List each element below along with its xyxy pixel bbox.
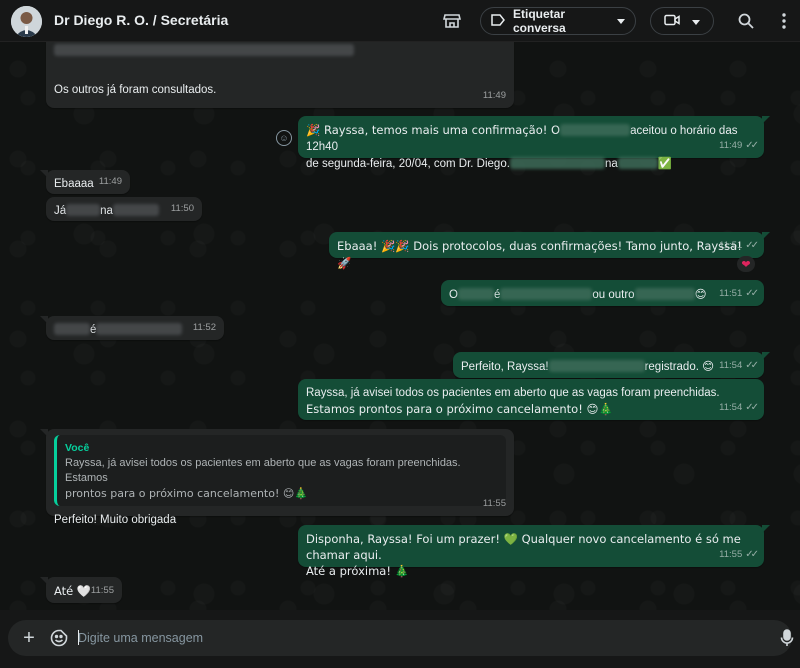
quoted-text: Rayssa, já avisei todos os pacientes em … [65,457,461,484]
message-text: Ebaaaa [54,178,94,190]
double-check-icon: ✓✓ [745,402,759,413]
chat-title[interactable]: Dr Diego R. O. / Secretária [54,12,228,28]
message-list[interactable]: Os outros já foram consultados. 11:49 ☺ … [0,32,800,610]
label-chat-button[interactable]: Etiquetar conversa [480,7,636,35]
message-text-line2: Até a próxima! 🎄 [306,564,409,578]
message-incoming-reply[interactable]: Você Rayssa, já avisei todos os paciente… [40,429,514,526]
double-check-icon: ✓✓ [745,140,759,151]
video-call-button[interactable] [650,7,714,35]
sticker-icon[interactable] [50,629,68,647]
chat-header: Dr Diego R. O. / Secretária Etiquetar co… [0,0,800,42]
message-text: Até 🤍 [54,584,92,598]
store-icon[interactable] [440,9,464,33]
message-outgoing[interactable]: Oé ou outro 😊 11:51 ✓✓ [441,280,764,306]
message-time: 11:54 ✓✓ [719,400,759,416]
attach-plus-icon[interactable]: + [20,628,38,648]
text-cursor [78,630,79,645]
message-composer: + [0,610,800,668]
chevron-down-icon [692,14,700,29]
quoted-message[interactable]: Você Rayssa, já avisei todos os paciente… [54,435,506,506]
emoji-reaction-button[interactable]: ☺ [276,130,292,146]
tag-icon [491,13,505,29]
double-check-icon: ✓✓ [745,549,759,560]
message-text: Os outros já foram consultados. [54,84,217,96]
video-icon [664,14,680,29]
search-icon[interactable] [734,9,758,33]
message-outgoing[interactable]: 🎉 Rayssa, temos mais uma confirmação! Oa… [298,116,770,170]
message-outgoing[interactable]: Rayssa, já avisei todos os pacientes em … [298,379,764,420]
message-text: Já [54,205,67,217]
message-outgoing[interactable]: Disponha, Rayssa! Foi um prazer! 💚 Qualq… [298,525,770,578]
message-time: 11:49 ✓✓ [719,138,759,154]
double-check-icon: ✓✓ [745,360,759,371]
message-text: Rayssa, já avisei todos os pacientes em … [306,387,720,399]
message-time: 11:49 [482,90,506,101]
message-text-line2: Estamos prontos para o próximo cancelame… [306,402,613,416]
message-time: 11:51 ✓✓ [719,286,759,302]
message-time: 11:55 ✓✓ [719,547,759,563]
message-text: O [449,289,458,301]
message-time: 11:51 ✓✓ [719,238,759,254]
double-check-icon: ✓✓ [745,240,759,251]
message-time: 11:52 [192,322,216,333]
quoted-author: Você [65,442,90,454]
label-chat-text: Etiquetar conversa [513,7,566,35]
microphone-icon[interactable] [780,629,794,647]
message-time: 11:55 [482,498,506,509]
quoted-text-line2: prontos para o próximo cancelamento! 😊🎄 [65,487,309,500]
contact-avatar[interactable] [11,6,42,37]
message-input[interactable] [78,629,768,647]
double-check-icon: ✓✓ [745,288,759,299]
chevron-down-icon [617,14,625,28]
heart-icon: ❤ [741,258,751,271]
message-outgoing[interactable]: Ebaaa! 🎉🎉 Dois protocolos, duas confirma… [329,232,770,270]
message-incoming[interactable]: Até 🤍 11:55 [40,577,122,603]
message-time: 11:54 ✓✓ [719,358,759,374]
message-time: 11:50 [170,203,194,214]
smiley-icon: ☺ [279,133,289,143]
message-outgoing[interactable]: Perfeito, Rayssa! registrado. 😊 11:54 ✓✓ [453,352,770,378]
message-time: 11:55 [90,585,114,596]
check-emoji: ✅ [657,156,673,170]
message-text: Ebaaa! 🎉🎉 Dois protocolos, duas confirma… [337,239,742,270]
message-text: Disponha, Rayssa! Foi um prazer! 💚 Qualq… [306,532,741,562]
message-incoming[interactable]: Já na 11:50 [46,197,202,221]
message-time: 11:49 [98,176,122,187]
message-text-line2: de segunda-feira, 20/04, com Dr. Diego. n… [306,156,673,170]
heart-reaction-badge[interactable]: ❤ [737,256,755,272]
message-incoming[interactable]: Os outros já foram consultados. 11:49 [46,32,514,108]
message-text: 🎉 Rayssa, temos mais uma confirmação! Oa… [306,123,738,153]
menu-icon[interactable] [772,9,796,33]
message-text: Perfeito, Rayssa! [461,361,549,373]
message-incoming[interactable]: Ebaaaa 11:49 [40,170,130,194]
message-incoming[interactable]: é 11:52 [40,316,224,340]
